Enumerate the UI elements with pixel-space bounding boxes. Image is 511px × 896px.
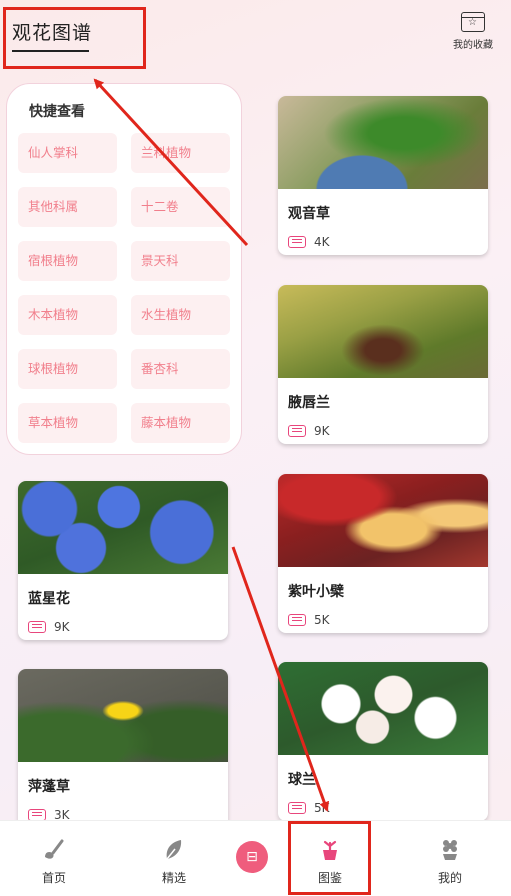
favorites-button[interactable]: ☆ 我的收藏 — [449, 12, 497, 51]
plant-name: 蓝星花 — [28, 591, 70, 607]
tag-aquatic[interactable]: 水生植物 — [131, 295, 230, 335]
quick-view-panel: 快捷查看 仙人掌科 兰科植物 其他科属 十二卷 宿根植物 景天科 木本植物 水生… — [6, 83, 242, 455]
plant-name: 球兰 — [288, 772, 316, 788]
doc-icon — [288, 614, 306, 626]
doc-icon — [288, 236, 306, 248]
plant-card-ziyexiaobo[interactable]: 紫叶小檗 5K — [278, 474, 488, 633]
quick-view-title: 快捷查看 — [29, 104, 85, 120]
header: 观花图谱 ☆ 我的收藏 — [0, 0, 511, 80]
tag-herbaceous[interactable]: 草本植物 — [18, 403, 117, 443]
leaf-icon — [159, 835, 189, 865]
tag-woody[interactable]: 木本植物 — [18, 295, 117, 335]
view-count-value: 5K — [314, 613, 330, 627]
view-count-value: 9K — [54, 620, 70, 634]
plant-photo — [278, 285, 488, 378]
tag-aizoaceae[interactable]: 番杏科 — [131, 349, 230, 389]
plant-card-pingpengcao[interactable]: 萍蓬草 3K — [18, 669, 228, 828]
tab-home[interactable]: 首页 — [14, 821, 94, 896]
tab-label: 我的 — [437, 871, 462, 885]
view-count: 9K — [28, 620, 228, 634]
favorites-label: 我的收藏 — [453, 40, 493, 51]
tab-selected[interactable]: 精选 — [134, 821, 214, 896]
tag-cactaceae[interactable]: 仙人掌科 — [18, 133, 117, 173]
plant-name: 腋唇兰 — [288, 395, 330, 411]
tab-label: 精选 — [161, 871, 186, 885]
bottom-tab-bar: 首页 精选 ⊟ 图鉴 我的 — [0, 820, 511, 896]
tab-mine[interactable]: 我的 — [410, 821, 490, 896]
flower-profile-icon — [435, 835, 465, 865]
plant-photo — [18, 669, 228, 762]
title-underline — [12, 50, 89, 52]
view-count: 5K — [288, 801, 488, 815]
doc-icon — [28, 621, 46, 633]
tag-vine[interactable]: 藤本植物 — [131, 403, 230, 443]
view-count: 9K — [288, 424, 488, 438]
view-count: 5K — [288, 613, 488, 627]
plant-card-guanyincao[interactable]: 观音草 4K — [278, 96, 488, 255]
plant-photo — [278, 662, 488, 755]
plant-card-lanxinghua[interactable]: 蓝星花 9K — [18, 481, 228, 640]
page-title: 观花图谱 — [12, 22, 93, 44]
view-count-value: 4K — [314, 235, 330, 249]
star-box-icon: ☆ — [461, 12, 485, 32]
doc-icon — [288, 802, 306, 814]
tag-perennial[interactable]: 宿根植物 — [18, 241, 117, 281]
plant-photo — [278, 96, 488, 189]
brush-icon — [39, 835, 69, 865]
view-count-value: 5K — [314, 801, 330, 815]
scan-button[interactable]: ⊟ — [236, 841, 268, 873]
doc-icon — [288, 425, 306, 437]
plant-name: 紫叶小檗 — [288, 584, 344, 600]
plant-photo — [278, 474, 488, 567]
tab-label: 首页 — [41, 871, 66, 885]
tag-bulbous[interactable]: 球根植物 — [18, 349, 117, 389]
annotation-box-atlas-tab — [288, 821, 371, 895]
plant-card-qiulan[interactable]: 球兰 5K — [278, 662, 488, 821]
plant-name: 观音草 — [288, 206, 330, 222]
plant-photo — [18, 481, 228, 574]
scan-icon: ⊟ — [246, 849, 258, 865]
plant-name: 萍蓬草 — [28, 779, 70, 795]
tag-crassulaceae[interactable]: 景天科 — [131, 241, 230, 281]
tag-other-families[interactable]: 其他科属 — [18, 187, 117, 227]
view-count-value: 9K — [314, 424, 330, 438]
tag-orchidaceae[interactable]: 兰科植物 — [131, 133, 230, 173]
view-count: 4K — [288, 235, 488, 249]
tag-haworthia[interactable]: 十二卷 — [131, 187, 230, 227]
plant-card-yechunlan[interactable]: 腋唇兰 9K — [278, 285, 488, 444]
